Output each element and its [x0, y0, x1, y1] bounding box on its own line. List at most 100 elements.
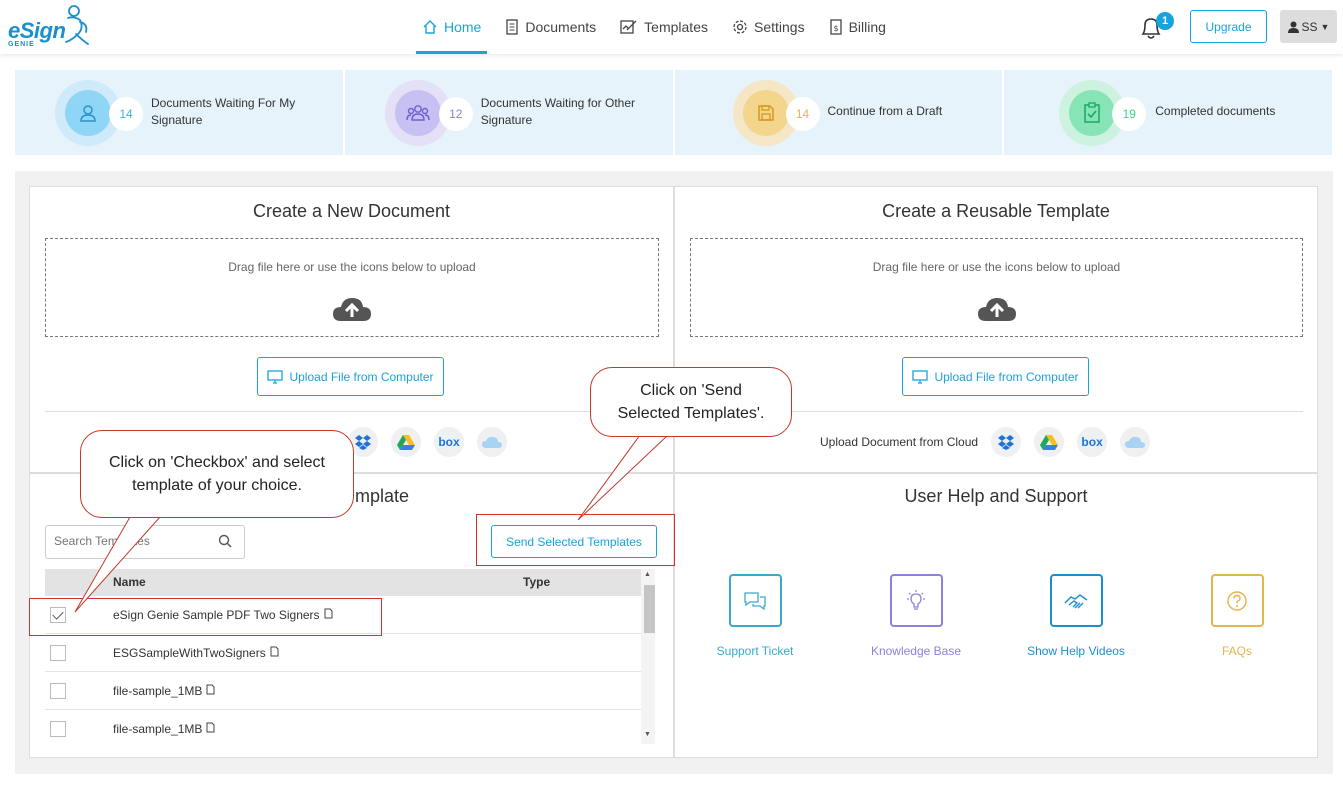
box-icon[interactable]: box: [434, 427, 464, 457]
template-name: file-sample_1MB: [113, 722, 203, 736]
svg-text:$: $: [833, 24, 838, 33]
table-row[interactable]: ESGSampleWithTwoSigners: [45, 634, 641, 672]
template-icon: [620, 19, 638, 35]
callout-line: Click on 'Checkbox' and select: [109, 454, 325, 471]
row-checkbox[interactable]: [50, 721, 66, 737]
row-checkbox[interactable]: [50, 644, 66, 661]
nav-settings-label: Settings: [753, 19, 805, 35]
panel-title: User Help and Support: [904, 486, 1088, 506]
table-row[interactable]: file-sample_1MB: [45, 710, 641, 748]
column-header-name[interactable]: Name: [113, 575, 146, 589]
upgrade-button[interactable]: Upgrade: [1190, 10, 1267, 43]
cloud-upload-icon: [977, 298, 1016, 321]
checkbox-highlight-box: [29, 598, 382, 636]
file-pdf-icon: [206, 684, 215, 698]
nav-home-label: Home: [444, 19, 482, 35]
row-checkbox[interactable]: [50, 682, 66, 699]
support-ticket-link[interactable]: Support Ticket: [695, 574, 815, 658]
user-menu-button[interactable]: SS ▼: [1280, 10, 1337, 43]
scrollbar-thumb[interactable]: [644, 585, 655, 633]
panel-title: Create a Reusable Template: [882, 201, 1110, 221]
stats-row: 14 Documents Waiting For My Signature 12…: [15, 70, 1332, 155]
stat-waiting-other-signature[interactable]: 12 Documents Waiting for Other Signature: [344, 70, 673, 155]
help-videos-link[interactable]: Show Help Videos: [1016, 574, 1136, 658]
search-input[interactable]: [54, 534, 204, 548]
user-initials: SS: [1301, 19, 1318, 34]
stat-completed[interactable]: 19 Completed documents: [1004, 70, 1332, 155]
callout-line: template of your choice.: [132, 477, 302, 494]
scroll-up-icon[interactable]: ▲: [644, 571, 651, 578]
document-dropzone[interactable]: Drag file here or use the icons below to…: [45, 238, 659, 337]
table-row[interactable]: file-sample_1MB: [45, 672, 641, 710]
nav-billing-label: Billing: [848, 19, 886, 35]
templates-table: Name Type eSign Genie Sample PDF Two Sig…: [45, 569, 656, 744]
nav-settings[interactable]: Settings: [720, 0, 817, 54]
main-nav: Home Documents Templates Settings $ Bill…: [410, 0, 898, 54]
stat-count: 19: [1112, 97, 1147, 131]
template-dropzone[interactable]: Drag file here or use the icons below to…: [690, 238, 1303, 337]
billing-icon: $: [829, 19, 843, 35]
dropbox-icon[interactable]: [991, 427, 1022, 457]
dropzone-text: Drag file here or use the icons below to…: [872, 260, 1121, 274]
clipboard-check-icon: [1069, 90, 1116, 136]
file-pdf-icon: [206, 722, 215, 736]
stat-count: 14: [785, 97, 820, 131]
monitor-icon: [912, 369, 929, 384]
help-label: Support Ticket: [716, 644, 794, 658]
nav-home[interactable]: Home: [410, 0, 493, 54]
cloud-upload-row: box: [348, 427, 507, 457]
help-label: Knowledge Base: [870, 644, 962, 658]
onedrive-icon[interactable]: [1120, 427, 1151, 457]
column-header-type[interactable]: Type: [523, 575, 550, 589]
panel-title: mplate: [355, 486, 410, 506]
onedrive-icon[interactable]: [477, 427, 507, 457]
box-icon[interactable]: box: [1077, 427, 1108, 457]
help-label: Show Help Videos: [1027, 644, 1125, 658]
search-templates[interactable]: [45, 525, 245, 559]
send-button-highlight-box: [476, 514, 675, 566]
upload-button-label: Upload File from Computer: [934, 369, 1079, 384]
notification-badge: 1: [1156, 12, 1174, 30]
stat-label: Documents Waiting for Other Signature: [480, 96, 636, 127]
file-pdf-icon: [270, 646, 279, 660]
google-drive-icon[interactable]: [1034, 427, 1065, 457]
home-icon: [422, 19, 438, 35]
divider: [45, 411, 659, 412]
stat-label: Continue from a Draft: [827, 104, 943, 118]
logo-subtext: GENIE: [8, 41, 35, 48]
stat-label: Documents Waiting For My Signature: [151, 96, 296, 127]
cloud-upload-row: Upload Document from Cloud box: [820, 427, 1151, 457]
upload-template-from-computer-button[interactable]: Upload File from Computer: [902, 357, 1089, 396]
monitor-icon: [267, 369, 284, 384]
search-icon[interactable]: [218, 534, 232, 551]
panel-title: Create a New Document: [252, 201, 451, 221]
send-templates-callout: Click on 'Send Selected Templates'.: [590, 367, 792, 437]
upload-from-computer-button[interactable]: Upload File from Computer: [257, 357, 444, 396]
table-scrollbar[interactable]: ▲ ▼: [641, 569, 655, 744]
scroll-down-icon[interactable]: ▼: [644, 731, 651, 738]
user-icon: [1287, 21, 1299, 33]
google-drive-icon[interactable]: [391, 427, 421, 457]
checkbox-callout: Click on 'Checkbox' and select template …: [80, 430, 354, 518]
callout-line: Click on 'Send: [640, 382, 742, 399]
caret-down-icon: ▼: [1320, 21, 1330, 32]
callout-line: Selected Templates'.: [617, 405, 765, 422]
nav-templates[interactable]: Templates: [608, 0, 720, 54]
nav-billing[interactable]: $ Billing: [817, 0, 898, 54]
nav-documents[interactable]: Documents: [493, 0, 608, 54]
knowledge-base-link[interactable]: Knowledge Base: [856, 574, 976, 658]
faqs-link[interactable]: FAQs: [1177, 574, 1297, 658]
nav-documents-label: Documents: [525, 19, 597, 35]
genie-figure-icon: [65, 5, 89, 45]
nav-templates-label: Templates: [644, 19, 708, 35]
stat-waiting-my-signature[interactable]: 14 Documents Waiting For My Signature: [15, 70, 343, 155]
stat-draft[interactable]: 14 Continue from a Draft: [674, 70, 1003, 155]
dropzone-text: Drag file here or use the icons below to…: [228, 260, 476, 274]
stat-count: 14: [109, 97, 143, 131]
user-icon: [65, 90, 111, 136]
chat-icon: [728, 574, 782, 627]
question-icon: [1210, 574, 1264, 627]
help-label: FAQs: [1221, 644, 1252, 658]
gear-icon: [732, 19, 748, 35]
esign-genie-logo[interactable]: eSign GENIE: [6, 4, 96, 50]
